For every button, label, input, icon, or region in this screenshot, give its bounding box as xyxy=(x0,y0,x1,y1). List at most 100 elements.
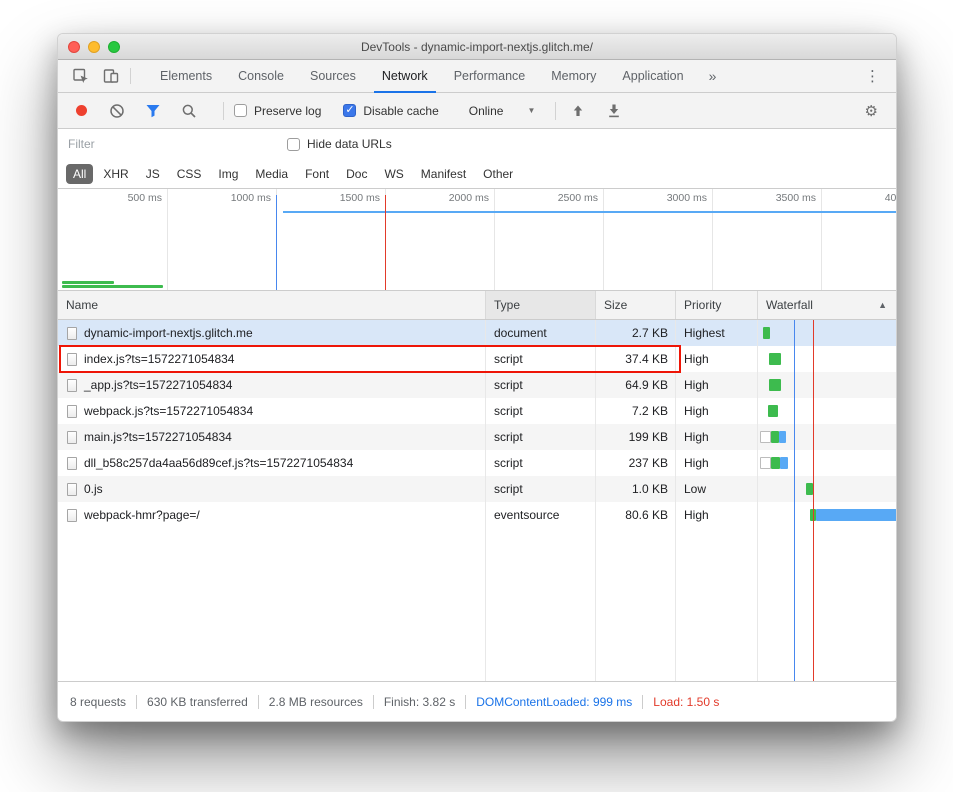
file-icon xyxy=(67,379,77,392)
overview-tick-label: 4000 ms xyxy=(865,192,896,204)
main-menu-button[interactable]: ⋮ xyxy=(849,60,896,92)
request-name-cell: main.js?ts=1572271054834 xyxy=(58,424,486,450)
request-row[interactable]: dll_b58c257da4aa56d89cef.js?ts=157227105… xyxy=(58,450,896,476)
upload-arrow-icon xyxy=(570,103,586,119)
tab-console[interactable]: Console xyxy=(225,60,297,92)
type-filter-font[interactable]: Font xyxy=(298,164,336,184)
status-separator xyxy=(642,695,643,709)
type-filter-media[interactable]: Media xyxy=(248,164,295,184)
checkbox-unchecked-icon xyxy=(287,138,300,151)
filter-input[interactable] xyxy=(68,137,273,151)
filter-toggle-button[interactable] xyxy=(141,99,165,123)
request-waterfall xyxy=(758,476,896,502)
close-button[interactable] xyxy=(68,41,80,53)
type-filter-ws[interactable]: WS xyxy=(377,164,410,184)
request-row[interactable]: 0.jsscript1.0 KBLow xyxy=(58,476,896,502)
column-header-label: Name xyxy=(66,298,98,312)
minimize-button[interactable] xyxy=(88,41,100,53)
overview-tick-label: 2500 ms xyxy=(538,192,598,204)
request-row[interactable]: main.js?ts=1572271054834script199 KBHigh xyxy=(58,424,896,450)
request-priority: High xyxy=(676,372,758,398)
waterfall-ttfb-segment xyxy=(806,483,813,495)
waterfall-ttfb-segment xyxy=(769,353,781,365)
inspect-element-button[interactable] xyxy=(66,60,96,92)
settings-gear-icon[interactable]: ⚙ xyxy=(865,102,884,120)
column-header-label: Waterfall xyxy=(766,298,813,312)
record-button[interactable] xyxy=(76,105,87,116)
type-filter-xhr[interactable]: XHR xyxy=(96,164,135,184)
request-priority: High xyxy=(676,450,758,476)
type-filter-css[interactable]: CSS xyxy=(170,164,209,184)
throttling-dropdown[interactable]: Online ▼ xyxy=(469,104,536,118)
network-overview[interactable]: 500 ms1000 ms1500 ms2000 ms2500 ms3000 m… xyxy=(58,189,896,291)
request-name: dynamic-import-nextjs.glitch.me xyxy=(84,326,253,340)
request-name-cell: 0.js xyxy=(58,476,486,502)
devtools-tabs: ElementsConsoleSourcesNetworkPerformance… xyxy=(147,60,697,92)
column-header-waterfall[interactable]: Waterfall▲ xyxy=(758,291,896,319)
tab-elements[interactable]: Elements xyxy=(147,60,225,92)
column-header-name[interactable]: Name xyxy=(58,291,486,319)
type-filter-all[interactable]: All xyxy=(66,164,93,184)
clear-button[interactable] xyxy=(105,99,129,123)
status-transferred: 630 KB transferred xyxy=(147,695,248,709)
devtools-window: DevTools - dynamic-import-nextjs.glitch.… xyxy=(57,33,897,722)
column-header-size[interactable]: Size xyxy=(596,291,676,319)
disable-cache-checkbox[interactable]: Disable cache xyxy=(343,104,438,118)
column-header-type[interactable]: Type xyxy=(486,291,596,319)
table-area: Name TypeSize Priority Waterfall▲ dynamic-i… xyxy=(58,291,896,681)
type-filter-js[interactable]: JS xyxy=(139,164,167,184)
request-type: script xyxy=(486,476,596,502)
type-filter-img[interactable]: Img xyxy=(211,164,245,184)
type-filter-doc[interactable]: Doc xyxy=(339,164,374,184)
status-bar: 8 requests 630 KB transferred 2.8 MB res… xyxy=(58,681,896,721)
request-row[interactable]: index.js?ts=1572271054834script37.4 KBHi… xyxy=(58,346,896,372)
request-row[interactable]: webpack-hmr?page=/eventsource80.6 KBHigh xyxy=(58,502,896,528)
import-har-button[interactable] xyxy=(566,99,590,123)
overview-tick-label: 1000 ms xyxy=(211,192,271,204)
window-title: DevTools - dynamic-import-nextjs.glitch.… xyxy=(361,40,593,54)
tab-application[interactable]: Application xyxy=(609,60,696,92)
device-toolbar-button[interactable] xyxy=(96,60,126,92)
column-header-priority[interactable]: Priority xyxy=(676,291,758,319)
titlebar: DevTools - dynamic-import-nextjs.glitch.… xyxy=(58,34,896,60)
filter-bar: Hide data URLs xyxy=(58,129,896,159)
toolbar-divider xyxy=(130,68,131,84)
waterfall-ttfb-segment xyxy=(768,405,779,417)
request-row[interactable]: dynamic-import-nextjs.glitch.medocument2… xyxy=(58,320,896,346)
download-arrow-icon xyxy=(606,103,622,119)
column-header-label: Priority xyxy=(684,298,721,312)
request-name-cell: dynamic-import-nextjs.glitch.me xyxy=(58,320,486,346)
export-har-button[interactable] xyxy=(602,99,626,123)
file-icon xyxy=(67,457,77,470)
status-requests: 8 requests xyxy=(70,695,126,709)
type-filter-other[interactable]: Other xyxy=(476,164,520,184)
status-finish: Finish: 3.82 s xyxy=(384,695,455,709)
more-tabs-button[interactable]: » xyxy=(697,60,729,92)
device-toolbar-icon xyxy=(102,67,120,85)
resource-type-filters: AllXHRJSCSSImgMediaFontDocWSManifestOthe… xyxy=(58,159,896,189)
tab-network[interactable]: Network xyxy=(369,60,441,92)
toolbar-divider xyxy=(223,102,224,120)
request-row[interactable]: webpack.js?ts=1572271054834script7.2 KBH… xyxy=(58,398,896,424)
file-icon xyxy=(67,483,77,496)
request-name-cell: _app.js?ts=1572271054834 xyxy=(58,372,486,398)
file-icon xyxy=(67,431,77,444)
request-row[interactable]: _app.js?ts=1572271054834script64.9 KBHig… xyxy=(58,372,896,398)
tab-sources[interactable]: Sources xyxy=(297,60,369,92)
waterfall-ttfb-segment xyxy=(771,457,780,469)
dropdown-arrow-icon: ▼ xyxy=(527,106,535,115)
waterfall-download-segment xyxy=(780,457,788,469)
search-button[interactable] xyxy=(177,99,201,123)
request-name-cell: index.js?ts=1572271054834 xyxy=(58,346,486,372)
tab-performance[interactable]: Performance xyxy=(441,60,539,92)
file-icon xyxy=(67,509,77,522)
zoom-button[interactable] xyxy=(108,41,120,53)
hide-data-urls-checkbox[interactable]: Hide data URLs xyxy=(287,137,392,151)
tab-memory[interactable]: Memory xyxy=(538,60,609,92)
hide-data-urls-label: Hide data URLs xyxy=(307,137,392,151)
preserve-log-checkbox[interactable]: Preserve log xyxy=(234,104,321,118)
type-filter-manifest[interactable]: Manifest xyxy=(414,164,473,184)
request-name: _app.js?ts=1572271054834 xyxy=(84,378,232,392)
waterfall-ttfb-segment xyxy=(771,431,779,443)
devtools-tabbar: ElementsConsoleSourcesNetworkPerformance… xyxy=(58,60,896,93)
